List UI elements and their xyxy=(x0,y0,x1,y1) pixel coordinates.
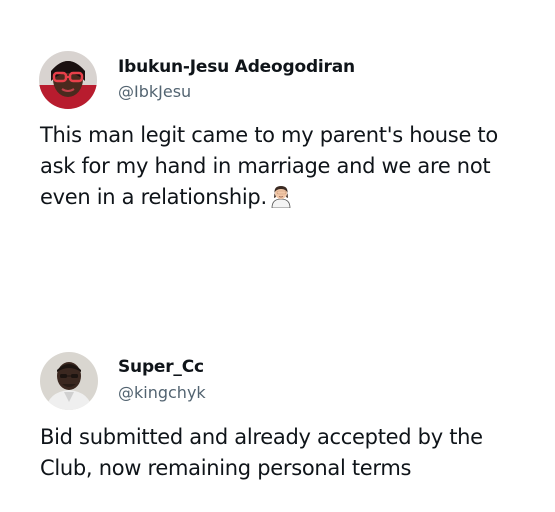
avatar[interactable] xyxy=(40,352,98,410)
author-handle[interactable]: @IbkJesu xyxy=(118,82,191,101)
author-name[interactable]: Super_Cc xyxy=(118,357,204,377)
avatar[interactable] xyxy=(39,51,97,109)
profile-photo-icon xyxy=(40,352,98,410)
author-handle[interactable]: @kingchyk xyxy=(118,383,206,402)
profile-photo-icon xyxy=(39,51,97,109)
author-name[interactable]: Ibukun-Jesu Adeogodiran xyxy=(118,57,355,77)
woman-facepalming-emoji-icon xyxy=(269,184,293,209)
tweet-card: Super_Cc @kingchyk Bid submitted and alr… xyxy=(0,330,555,512)
tweet-text: Bid submitted and already accepted by th… xyxy=(40,425,483,480)
tweet-text: This man legit came to my parent's house… xyxy=(40,120,530,213)
tweet-card: Ibukun-Jesu Adeogodiran @IbkJesu This ma… xyxy=(0,0,555,290)
